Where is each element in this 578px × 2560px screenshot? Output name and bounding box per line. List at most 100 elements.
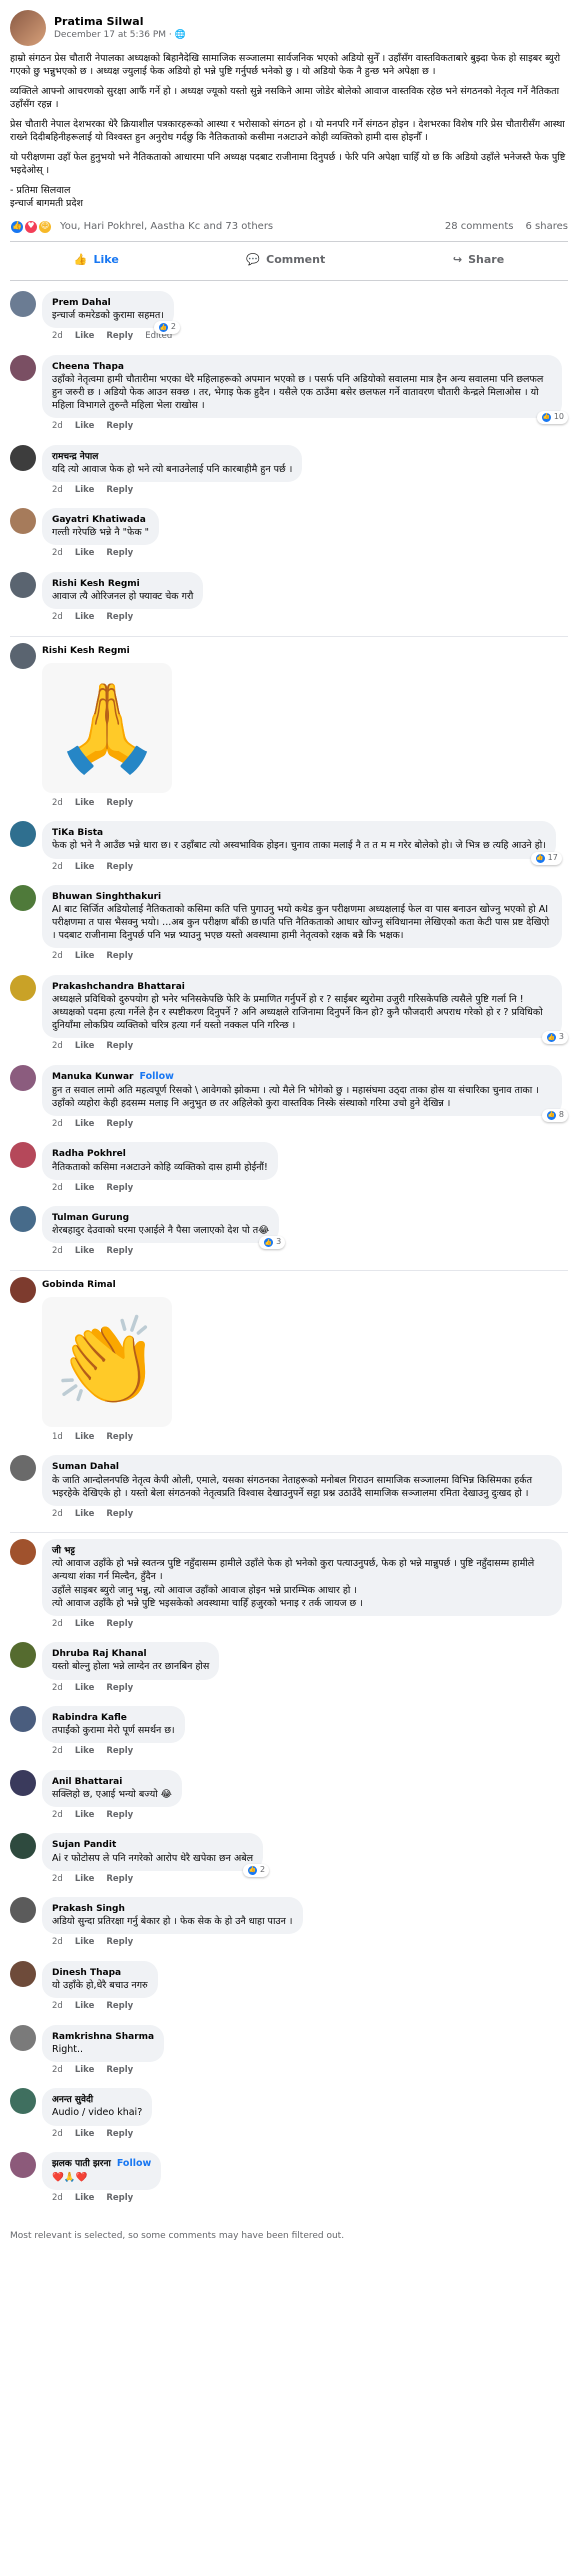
comment-like-button[interactable]: Like	[75, 421, 95, 432]
commenter-avatar[interactable]	[10, 1833, 36, 1860]
follow-link[interactable]: Follow	[117, 2158, 151, 2171]
comment-reply-button[interactable]: Reply	[106, 1874, 133, 1885]
comment-like-button[interactable]: Like	[75, 951, 95, 962]
comment-time[interactable]: 2d	[52, 1041, 63, 1052]
commenter-name[interactable]: Dhruba Raj Khanal	[52, 1648, 209, 1660]
commenter-avatar[interactable]	[10, 2088, 36, 2115]
comment-like-button[interactable]: Like	[75, 1746, 95, 1757]
comment-like-button[interactable]: Like	[75, 1509, 95, 1520]
commenter-avatar[interactable]	[10, 2152, 36, 2179]
commenter-name[interactable]: Radha Pokhrel	[52, 1148, 268, 1160]
comment-reaction-badge[interactable]: 👍 8	[541, 1108, 568, 1122]
comment-time[interactable]: 2d	[52, 1183, 63, 1194]
comment-like-button[interactable]: Like	[75, 1246, 95, 1257]
commenter-avatar[interactable]	[10, 1897, 36, 1924]
comment-reaction-badge[interactable]: 👍 2	[242, 1863, 270, 1877]
post-timestamp[interactable]: December 17 at 5:36 PM · 🌐	[54, 29, 186, 41]
comment-reply-button[interactable]: Reply	[106, 548, 133, 559]
commenter-avatar[interactable]	[10, 2024, 36, 2051]
comment-time[interactable]: 2d	[52, 2001, 63, 2012]
commenter-avatar[interactable]	[10, 642, 36, 669]
commenter-name[interactable]: Rishi Kesh Regmi	[52, 578, 193, 590]
comment-time[interactable]: 1d	[52, 1432, 63, 1443]
comment-like-button[interactable]: Like	[75, 2129, 95, 2140]
comment-time[interactable]: 2d	[52, 2065, 63, 2076]
commenter-name[interactable]: Gobinda Rimal	[42, 1279, 172, 1291]
commenter-name[interactable]: Sujan Pandit	[52, 1839, 253, 1851]
commenter-name[interactable]: Rishi Kesh Regmi	[42, 645, 172, 657]
commenter-name[interactable]: Prem Dahal	[52, 297, 164, 309]
comment-time[interactable]: 2d	[52, 1937, 63, 1948]
comment-time[interactable]: 2d	[52, 421, 63, 432]
commenter-name[interactable]: रामचन्द्र नेपाल	[52, 451, 292, 463]
comment-time[interactable]: 2d	[52, 1810, 63, 1821]
commenter-avatar[interactable]	[10, 884, 36, 911]
comment-reply-button[interactable]: Reply	[106, 951, 133, 962]
comment-like-button[interactable]: Like	[75, 331, 95, 342]
commenter-avatar[interactable]	[10, 1064, 36, 1091]
comment-like-button[interactable]: Like	[75, 798, 95, 809]
comment-reply-button[interactable]: Reply	[106, 1246, 133, 1257]
comment-reply-button[interactable]: Reply	[106, 2193, 133, 2204]
comment-like-button[interactable]: Like	[75, 1041, 95, 1052]
commenter-avatar[interactable]	[10, 354, 36, 381]
comment-reply-button[interactable]: Reply	[106, 1746, 133, 1757]
comment-reply-button[interactable]: Reply	[106, 2065, 133, 2076]
comment-reply-button[interactable]: Reply	[106, 1041, 133, 1052]
comment-like-button[interactable]: Like	[75, 548, 95, 559]
comment-like-button[interactable]: Like	[75, 1432, 95, 1443]
comment-reply-button[interactable]: Reply	[106, 1432, 133, 1443]
commenter-name[interactable]: TiKa Bista	[52, 827, 546, 839]
comment-reply-button[interactable]: Reply	[106, 1683, 133, 1694]
commenter-name[interactable]: Manuka Kunwar	[52, 1071, 134, 1083]
follow-link[interactable]: Follow	[140, 1071, 174, 1084]
comments-count[interactable]: 28 comments	[445, 220, 514, 234]
share-button[interactable]: ↪ Share	[453, 253, 504, 268]
commenter-avatar[interactable]	[10, 508, 36, 535]
comment-time[interactable]: 2d	[52, 485, 63, 496]
comment-time[interactable]: 2d	[52, 2193, 63, 2204]
commenter-name[interactable]: Suman Dahal	[52, 1461, 552, 1473]
commenter-avatar[interactable]	[10, 444, 36, 471]
comment-time[interactable]: 2d	[52, 862, 63, 873]
comment-reply-button[interactable]: Reply	[106, 421, 133, 432]
comment-time[interactable]: 2d	[52, 1874, 63, 1885]
comment-like-button[interactable]: Like	[75, 1619, 95, 1630]
comment-reply-button[interactable]: Reply	[106, 1119, 133, 1130]
comment-reaction-badge[interactable]: 👍 2	[153, 321, 180, 335]
comment-like-button[interactable]: Like	[75, 1874, 95, 1885]
comment-time[interactable]: 2d	[52, 612, 63, 623]
comment-time[interactable]: 2d	[52, 331, 63, 342]
comment-like-button[interactable]: Like	[75, 1683, 95, 1694]
commenter-avatar[interactable]	[10, 1206, 36, 1233]
comment-reaction-badge[interactable]: 👍 10	[536, 411, 568, 425]
commenter-avatar[interactable]	[10, 1539, 36, 1566]
comment-time[interactable]: 2d	[52, 1509, 63, 1520]
comment-like-button[interactable]: Like	[75, 1183, 95, 1194]
shares-count[interactable]: 6 shares	[526, 220, 568, 234]
commenter-avatar[interactable]	[10, 1769, 36, 1796]
comment-reply-button[interactable]: Reply	[106, 1810, 133, 1821]
comment-reaction-badge[interactable]: 👍 3	[541, 1031, 568, 1045]
commenter-name[interactable]: Ramkrishna Sharma	[52, 2031, 154, 2043]
commenter-avatar[interactable]	[10, 1960, 36, 1987]
comment-time[interactable]: 2d	[52, 548, 63, 559]
comment-reply-button[interactable]: Reply	[106, 1183, 133, 1194]
comment-time[interactable]: 2d	[52, 951, 63, 962]
comment-button[interactable]: 💬 Comment	[246, 253, 325, 268]
comment-reply-button[interactable]: Reply	[106, 1937, 133, 1948]
author-avatar[interactable]	[10, 10, 46, 46]
commenter-name[interactable]: अनन्त सुवेदी	[52, 2094, 142, 2106]
commenter-name[interactable]: Tulman Gurung	[52, 1212, 269, 1224]
commenter-name[interactable]: जी भट्ट	[52, 1545, 552, 1557]
post-author[interactable]: Pratima Silwal	[54, 15, 186, 30]
commenter-name[interactable]: Dinesh Thapa	[52, 1967, 148, 1979]
commenter-name[interactable]: Prakash Singh	[52, 1903, 293, 1915]
reactions-names[interactable]: You, Hari Pokhrel, Aastha Kc and 73 othe…	[60, 220, 273, 234]
comment-reply-button[interactable]: Reply	[106, 1509, 133, 1520]
commenter-avatar[interactable]	[10, 571, 36, 598]
like-button[interactable]: 👍 Like	[74, 253, 119, 268]
comment-like-button[interactable]: Like	[75, 485, 95, 496]
comment-time[interactable]: 2d	[52, 1246, 63, 1257]
comment-like-button[interactable]: Like	[75, 2001, 95, 2012]
